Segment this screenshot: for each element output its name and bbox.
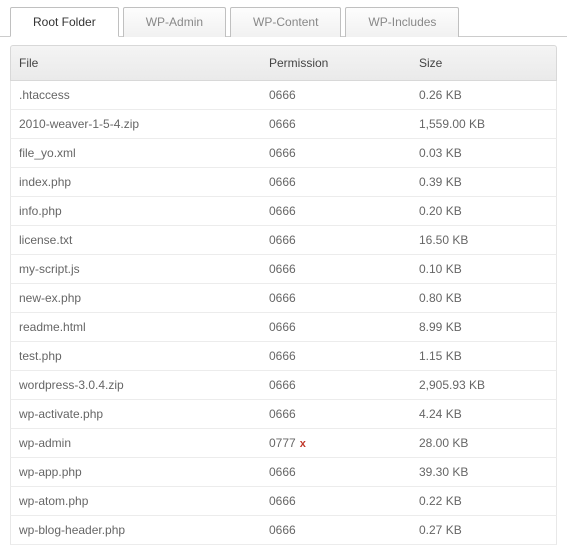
tabs-bar: Root FolderWP-AdminWP-ContentWP-Includes: [0, 0, 567, 37]
file-permission: 0666: [261, 168, 411, 196]
file-size: 0.26 KB: [411, 81, 556, 109]
table-row[interactable]: 2010-weaver-1-5-4.zip06661,559.00 KB: [10, 110, 557, 139]
file-size: 0.39 KB: [411, 168, 556, 196]
file-size: 28.00 KB: [411, 429, 556, 457]
table-row[interactable]: .htaccess06660.26 KB: [10, 81, 557, 110]
table-header: File Permission Size: [10, 45, 557, 81]
file-name: file_yo.xml: [11, 139, 261, 167]
table-row[interactable]: wp-app.php066639.30 KB: [10, 458, 557, 487]
tab-wp-includes[interactable]: WP-Includes: [345, 7, 459, 37]
table-row[interactable]: test.php06661.15 KB: [10, 342, 557, 371]
tab-wp-admin[interactable]: WP-Admin: [123, 7, 226, 37]
file-permission: 0666: [261, 487, 411, 515]
file-size: 1.15 KB: [411, 342, 556, 370]
file-name: new-ex.php: [11, 284, 261, 312]
table-row[interactable]: new-ex.php06660.80 KB: [10, 284, 557, 313]
file-name: .htaccess: [11, 81, 261, 109]
file-name: index.php: [11, 168, 261, 196]
table-row[interactable]: wordpress-3.0.4.zip06662,905.93 KB: [10, 371, 557, 400]
file-permission: 0666: [261, 400, 411, 428]
file-size: 8.99 KB: [411, 313, 556, 341]
tab-wp-content[interactable]: WP-Content: [230, 7, 341, 37]
file-size: 4.24 KB: [411, 400, 556, 428]
file-name: wordpress-3.0.4.zip: [11, 371, 261, 399]
file-size: 0.22 KB: [411, 487, 556, 515]
col-header-file[interactable]: File: [11, 46, 261, 80]
file-permission: 0666: [261, 342, 411, 370]
file-permission: 0666: [261, 313, 411, 341]
file-size: 0.20 KB: [411, 197, 556, 225]
table-row[interactable]: index.php06660.39 KB: [10, 168, 557, 197]
file-table: File Permission Size .htaccess06660.26 K…: [0, 37, 567, 555]
file-permission: 0666: [261, 226, 411, 254]
file-name: info.php: [11, 197, 261, 225]
file-name: wp-blog-header.php: [11, 516, 261, 544]
file-name: wp-atom.php: [11, 487, 261, 515]
table-row[interactable]: info.php06660.20 KB: [10, 197, 557, 226]
file-size: 0.10 KB: [411, 255, 556, 283]
table-row[interactable]: my-script.js06660.10 KB: [10, 255, 557, 284]
warning-icon: x: [300, 438, 306, 450]
file-permission: 0666: [261, 458, 411, 486]
table-row[interactable]: wp-activate.php06664.24 KB: [10, 400, 557, 429]
file-size: 16.50 KB: [411, 226, 556, 254]
table-row[interactable]: wp-blog-header.php06660.27 KB: [10, 516, 557, 545]
file-name: my-script.js: [11, 255, 261, 283]
table-row[interactable]: file_yo.xml06660.03 KB: [10, 139, 557, 168]
file-permission: 0666: [261, 110, 411, 138]
file-permission: 0666: [261, 139, 411, 167]
file-name: test.php: [11, 342, 261, 370]
table-row[interactable]: readme.html06668.99 KB: [10, 313, 557, 342]
file-permission: 0666: [261, 371, 411, 399]
file-permission: 0666: [261, 284, 411, 312]
file-size: 0.80 KB: [411, 284, 556, 312]
col-header-permission[interactable]: Permission: [261, 46, 411, 80]
file-name: 2010-weaver-1-5-4.zip: [11, 110, 261, 138]
file-permission: 0666: [261, 255, 411, 283]
file-size: 0.03 KB: [411, 139, 556, 167]
file-permission: 0777x: [261, 429, 411, 457]
table-row[interactable]: wp-atom.php06660.22 KB: [10, 487, 557, 516]
file-name: wp-admin: [11, 429, 261, 457]
file-name: wp-activate.php: [11, 400, 261, 428]
file-size: 1,559.00 KB: [411, 110, 556, 138]
table-row[interactable]: wp-admin0777x28.00 KB: [10, 429, 557, 458]
file-name: wp-app.php: [11, 458, 261, 486]
col-header-size[interactable]: Size: [411, 46, 556, 80]
file-name: license.txt: [11, 226, 261, 254]
tab-root-folder[interactable]: Root Folder: [10, 7, 119, 37]
table-row[interactable]: license.txt066616.50 KB: [10, 226, 557, 255]
file-permission: 0666: [261, 197, 411, 225]
file-size: 0.27 KB: [411, 516, 556, 544]
file-permission: 0666: [261, 516, 411, 544]
file-size: 39.30 KB: [411, 458, 556, 486]
file-size: 2,905.93 KB: [411, 371, 556, 399]
file-permission: 0666: [261, 81, 411, 109]
file-name: readme.html: [11, 313, 261, 341]
